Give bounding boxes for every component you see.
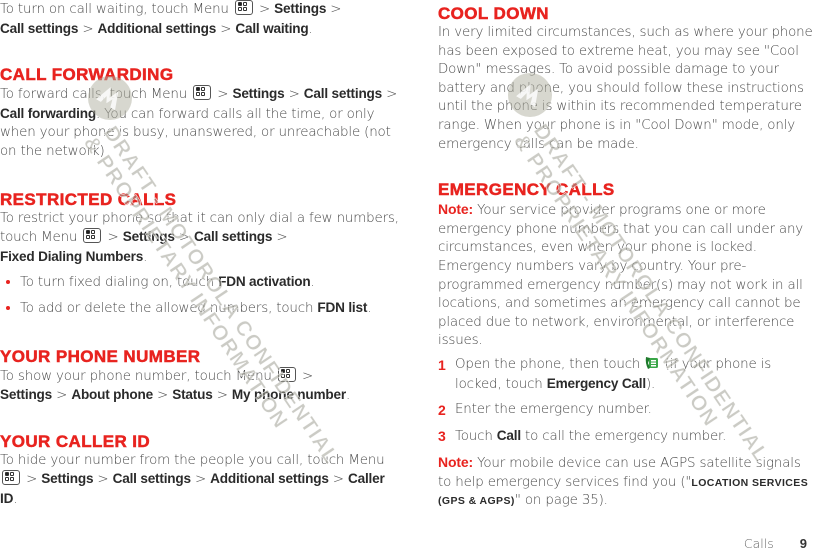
left-column: To turn on call waiting, touch Menu > Se… — [0, 0, 400, 510]
menu-key-icon — [277, 366, 296, 382]
menu-key-icon — [2, 470, 20, 486]
call-forwarding-text: To forward calls, touch Menu > Settings … — [0, 85, 398, 159]
menu-key-icon — [83, 228, 102, 244]
cool-down-text: In very limited circumstances, such as w… — [438, 25, 813, 152]
your-phone-number-heading: Your phone number — [0, 346, 201, 366]
list-item: 2 Enter the emergency number. — [438, 402, 652, 419]
emergency-note: Note: Your service provider programs one… — [438, 201, 804, 349]
call-forwarding-heading: Call forwarding — [0, 65, 174, 85]
menu-key-icon — [234, 0, 253, 15]
page-footer: Calls 9 — [744, 536, 807, 551]
menu-key-icon — [193, 85, 212, 101]
right-column: Cool down In very limited circumstances,… — [438, 0, 816, 511]
your-caller-id-text: To hide your number from the people you … — [0, 452, 385, 507]
phone-dialer-icon — [645, 356, 659, 370]
restricted-calls-text: To restrict your phone so that it can on… — [0, 210, 399, 265]
cool-down-heading: Cool down — [438, 4, 549, 24]
list-item: 3 Touch Call to call the emergency numbe… — [438, 427, 727, 444]
restricted-calls-bullets: To turn fixed dialing on, touch FDN acti… — [0, 273, 400, 318]
agps-note: Note: Your mobile device can use AGPS sa… — [438, 454, 809, 509]
your-phone-number-text: To show your phone number, touch Menu > … — [0, 366, 351, 404]
page-number: 9 — [799, 536, 807, 551]
bullet-icon — [6, 305, 10, 310]
emergency-steps: 1 Open the phone, then touch (if your ph… — [438, 356, 816, 446]
list-item: 1 Open the phone, then touch (if your ph… — [438, 356, 772, 392]
bullet-icon — [6, 280, 10, 285]
list-item: To turn fixed dialing on, touch FDN acti… — [0, 273, 400, 293]
footer-section-label: Calls — [743, 536, 774, 551]
your-caller-id-heading: Your caller ID — [0, 431, 151, 451]
emergency-calls-heading: Emergency calls — [438, 180, 615, 200]
call-waiting-instructions: To turn on call waiting, touch Menu > Se… — [0, 0, 342, 37]
restricted-calls-heading: Restricted calls — [0, 189, 177, 209]
list-item: To add or delete the allowed numbers, to… — [0, 299, 400, 319]
